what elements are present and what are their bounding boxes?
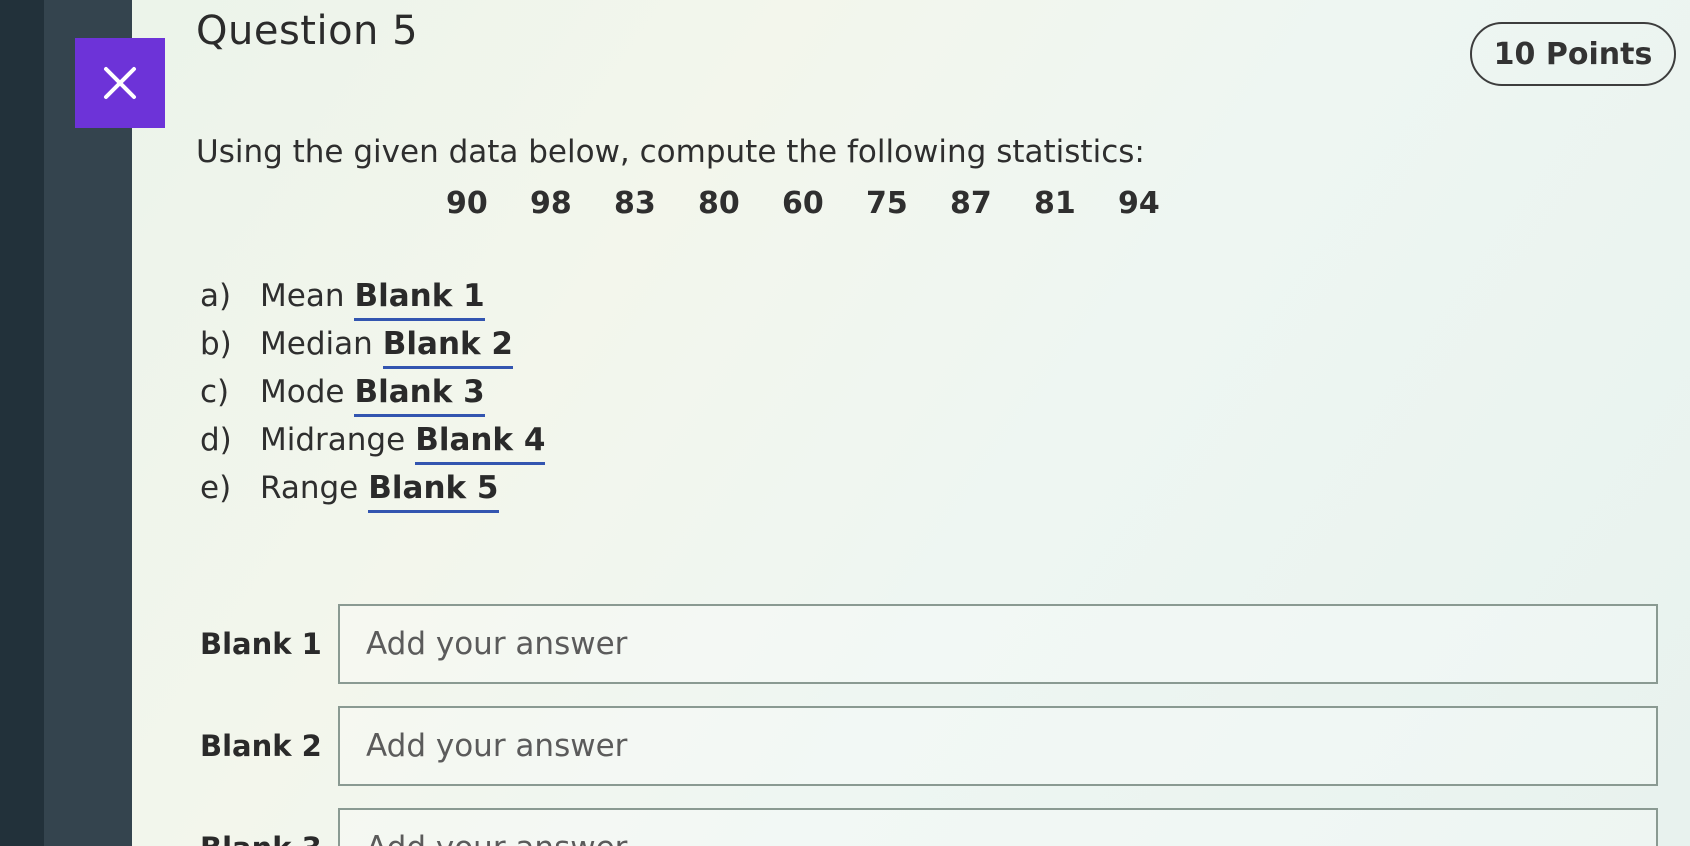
answer-label: Blank 2: [200, 729, 322, 763]
sub-question-letter: d): [200, 422, 232, 458]
sub-question-label: Median: [260, 326, 373, 362]
sub-question-label: Mode: [260, 374, 345, 410]
data-value: 94: [1118, 186, 1160, 221]
close-button[interactable]: [75, 38, 165, 128]
answer-row-blank-3: Blank 3: [200, 808, 1658, 846]
sub-question-letter: b): [200, 326, 232, 362]
data-value: 60: [782, 186, 824, 221]
data-value: 75: [866, 186, 908, 221]
sub-question-median: b) Median Blank 2: [200, 326, 545, 374]
sub-question-list: a) Mean Blank 1 b) Median Blank 2 c) Mod…: [200, 278, 546, 518]
data-value: 90: [446, 186, 488, 221]
data-value: 87: [950, 186, 992, 221]
data-values: 90 98 83 80 60 75 87 81 94: [446, 186, 1202, 221]
blank-1-link[interactable]: Blank 1: [354, 278, 485, 321]
blank-4-link[interactable]: Blank 4: [415, 422, 546, 465]
blank-3-link[interactable]: Blank 3: [354, 374, 485, 417]
sub-question-label: Midrange: [260, 422, 406, 458]
answer-row-blank-1: Blank 1: [200, 604, 1658, 684]
sub-question-label: Mean: [260, 278, 345, 314]
answer-label: Blank 1: [200, 627, 322, 661]
sub-question-label: Range: [260, 470, 359, 506]
answer-row-blank-2: Blank 2: [200, 706, 1658, 786]
sub-question-letter: a): [200, 278, 232, 314]
sub-question-midrange: d) Midrange Blank 4: [200, 422, 546, 470]
sub-question-mean: a) Mean Blank 1: [200, 278, 545, 326]
sub-question-letter: e): [200, 470, 232, 506]
data-value: 80: [698, 186, 740, 221]
question-title: Question 5: [196, 8, 419, 54]
blank-1-answer-input[interactable]: [338, 604, 1658, 684]
sub-question-letter: c): [200, 374, 230, 410]
sub-question-range: e) Range Blank 5: [200, 470, 545, 518]
points-badge: 10 Points: [1470, 22, 1676, 86]
question-instructions: Using the given data below, compute the …: [196, 134, 1145, 170]
close-icon: [104, 67, 136, 99]
data-value: 83: [614, 186, 656, 221]
data-value: 98: [530, 186, 572, 221]
answer-label: Blank 3: [200, 831, 338, 846]
data-value: 81: [1034, 186, 1076, 221]
blank-3-answer-input[interactable]: [338, 808, 1658, 846]
blank-2-answer-input[interactable]: [338, 706, 1658, 786]
sub-question-mode: c) Mode Blank 3: [200, 374, 545, 422]
screen: Question 5 10 Points Using the given dat…: [0, 0, 1690, 846]
left-background: [0, 0, 44, 846]
blank-2-link[interactable]: Blank 2: [382, 326, 513, 369]
blank-5-link[interactable]: Blank 5: [368, 470, 499, 513]
